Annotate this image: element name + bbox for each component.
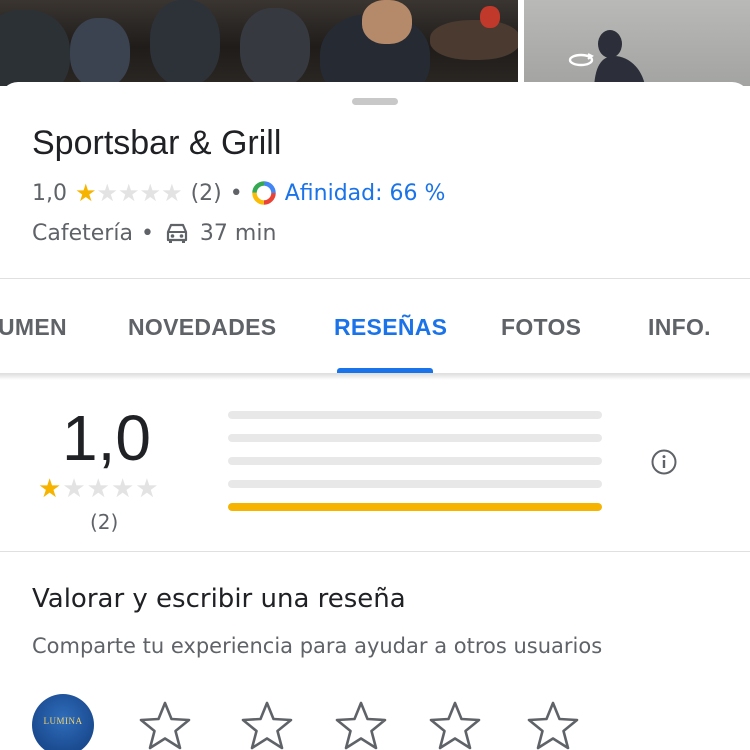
meta-row: Cafetería • 37 min <box>32 216 276 250</box>
average-rating: 1,0 <box>62 402 151 474</box>
write-review-title: Valorar y escribir una reseña <box>32 584 406 614</box>
rating-distribution <box>228 411 602 526</box>
photo-interior[interactable] <box>0 0 518 86</box>
distribution-bar-fill <box>228 503 602 511</box>
star-empty-icon: ★ <box>96 179 119 207</box>
star-empty-icon: ★ <box>118 179 140 207</box>
review-count: (2) <box>190 180 222 206</box>
rate-stars-row <box>138 700 588 750</box>
separator-dot: • <box>229 180 243 206</box>
rating-stars: ★ ★ ★ ★ ★ <box>75 181 183 205</box>
rate-star-4-icon[interactable] <box>428 700 482 750</box>
tab-bar: UMEN NOVEDADES RESEÑAS FOTOS INFO. <box>0 282 750 374</box>
place-category: Cafetería <box>32 220 133 246</box>
star-filled-icon: ★ <box>75 179 97 207</box>
distribution-bar-2 <box>228 480 602 488</box>
place-title: Sportsbar & Grill <box>32 124 282 162</box>
star-empty-icon: ★ <box>139 179 162 207</box>
info-icon[interactable] <box>650 448 678 476</box>
distribution-bar-3 <box>228 457 602 465</box>
drive-time: 37 min <box>199 220 277 246</box>
star-empty-icon: ★ <box>135 474 159 504</box>
tab-fotos[interactable]: FOTOS <box>501 314 581 341</box>
write-review-subtitle: Comparte tu experiencia para ayudar a ot… <box>32 634 603 658</box>
tab-shadow <box>0 374 750 380</box>
star-empty-icon: ★ <box>110 474 135 504</box>
distribution-bar-4 <box>228 434 602 442</box>
rate-star-1-icon[interactable] <box>138 700 192 750</box>
separator-dot: • <box>140 220 154 246</box>
star-filled-icon: ★ <box>38 474 62 504</box>
rate-star-2-icon[interactable] <box>240 700 294 750</box>
rating-row[interactable]: 1,0 ★ ★ ★ ★ ★ (2) • Afinidad: 66 % <box>32 176 445 210</box>
star-empty-icon: ★ <box>161 179 183 207</box>
summary-review-count: (2) <box>90 510 119 534</box>
photo-carousel[interactable] <box>0 0 750 92</box>
rating-value: 1,0 <box>32 180 67 206</box>
divider <box>0 278 750 279</box>
affinity-score[interactable]: Afinidad: 66 % <box>285 181 446 206</box>
summary-stars: ★ ★ ★ ★ ★ <box>38 476 160 502</box>
car-icon <box>166 223 188 243</box>
distribution-bar-5 <box>228 411 602 419</box>
avatar[interactable]: LUMINA <box>32 694 94 750</box>
divider <box>0 551 750 552</box>
drag-handle[interactable] <box>352 98 398 105</box>
rate-star-5-icon[interactable] <box>526 700 580 750</box>
rotate-360-icon <box>568 53 594 67</box>
tab-novedades[interactable]: NOVEDADES <box>128 314 276 341</box>
tab-resenas[interactable]: RESEÑAS <box>334 314 447 341</box>
distribution-bar-1 <box>228 503 602 511</box>
google-affinity-ring-icon <box>251 181 276 205</box>
rate-star-3-icon[interactable] <box>334 700 388 750</box>
tab-resumen[interactable]: UMEN <box>0 314 67 341</box>
star-empty-icon: ★ <box>86 474 110 504</box>
star-empty-icon: ★ <box>62 474 86 504</box>
tab-info[interactable]: INFO. <box>648 314 711 341</box>
avatar-logo-text: LUMINA <box>43 716 83 726</box>
